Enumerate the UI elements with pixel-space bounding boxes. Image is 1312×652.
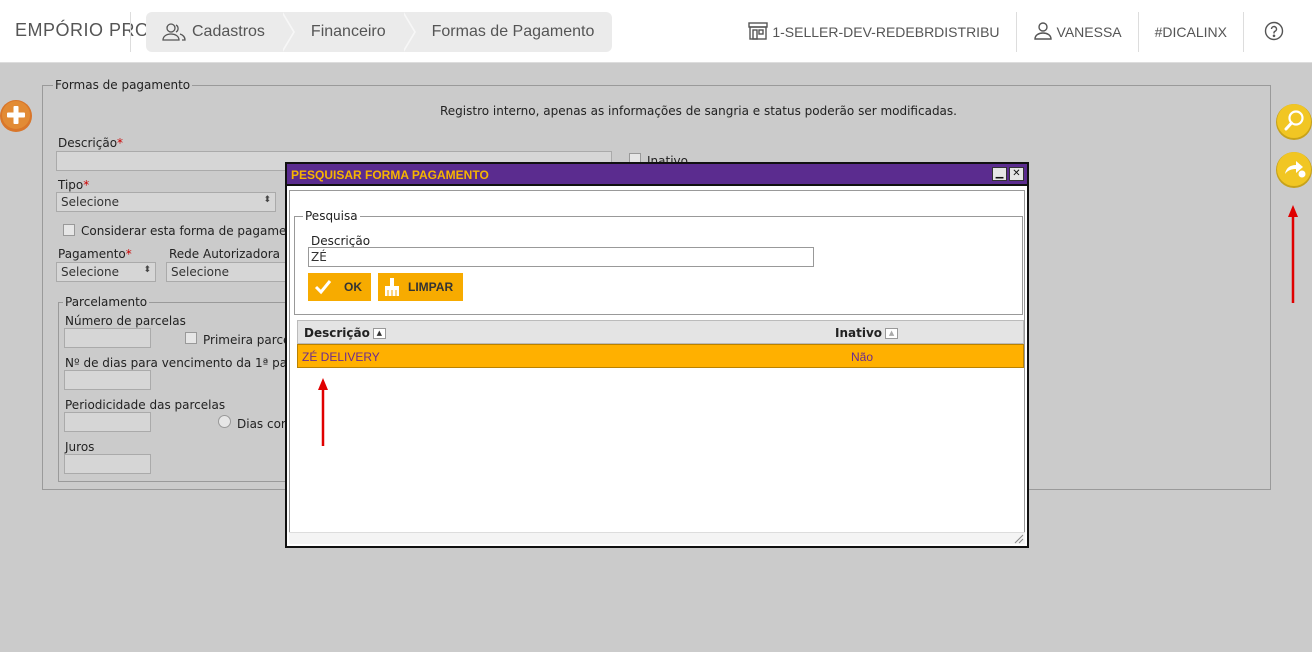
add-button[interactable] [0, 99, 36, 135]
ok-button[interactable]: OK [308, 273, 371, 301]
breadcrumb-label: Formas de Pagamento [431, 23, 595, 40]
numero-parcelas-label: Número de parcelas [65, 314, 186, 328]
results-grid: Descrição ▲ Inativo ▲ ZÉ DELIVERY Não [297, 320, 1024, 368]
user-icon [1033, 21, 1057, 43]
fieldset-legend: Formas de pagamento [53, 78, 193, 92]
required-mark: * [83, 178, 90, 192]
modal-body: Pesquisa Descrição ZÉ OK LIMPAR Descriçã… [289, 190, 1025, 534]
help-icon [1264, 21, 1288, 44]
breadcrumb-label: Cadastros [192, 23, 265, 40]
col-descricao[interactable]: Descrição ▲ [304, 326, 386, 340]
broom-icon [382, 277, 402, 297]
rede-select-value: Selecione [171, 265, 229, 279]
table-row[interactable]: ZÉ DELIVERY Não [297, 344, 1024, 368]
juros-input[interactable] [64, 454, 151, 474]
col-inativo[interactable]: Inativo ▲ [835, 326, 899, 340]
form-notice: Registro interno, apenas as informações … [440, 104, 957, 118]
row-descricao: ZÉ DELIVERY [302, 350, 380, 364]
store-selector[interactable]: 1-SELLER-DEV-REDEBRDISTRIBU [732, 12, 1017, 52]
descricao-label-text: Descrição [58, 136, 118, 150]
help-button[interactable] [1244, 12, 1312, 52]
modal-descricao-label: Descrição [311, 234, 371, 248]
juros-label: Juros [65, 440, 95, 454]
sort-icon[interactable]: ▲ [885, 327, 899, 339]
required-mark: * [117, 136, 124, 150]
check-icon [314, 279, 332, 295]
logo-divider [130, 12, 131, 52]
select-arrows-icon: ⬍ [143, 265, 151, 275]
tipo-select[interactable]: Selecione ⬍ [56, 192, 276, 212]
tipo-label-text: Tipo [58, 178, 84, 192]
store-name: 1-SELLER-DEV-REDEBRDISTRIBU [772, 24, 1000, 40]
search-fab[interactable] [1275, 102, 1312, 140]
tipo-select-value: Selecione [61, 195, 119, 209]
considerar-checkbox[interactable] [63, 224, 75, 236]
minimize-icon: ▁ [995, 168, 1004, 179]
dias-vencimento-label: Nº de dias para vencimento da 1ª parcela [65, 356, 317, 370]
select-arrows-icon: ⬍ [263, 195, 271, 205]
breadcrumb-formas-de-pagamento[interactable]: Formas de Pagamento [404, 12, 613, 52]
modal-title-bar[interactable]: PESQUISAR FORMA PAGAMENTO ▁ ✕ [287, 164, 1027, 186]
pagamento-label-text: Pagamento [58, 247, 126, 261]
periodicidade-input[interactable] [64, 412, 151, 432]
store-icon [748, 21, 772, 43]
user-name: VANESSA [1056, 24, 1122, 40]
col-descricao-label: Descrição [304, 326, 370, 340]
users-icon [162, 22, 186, 42]
dias-vencimento-input[interactable] [64, 370, 151, 390]
col-inativo-label: Inativo [835, 326, 883, 340]
rede-label: Rede Autorizadora [169, 247, 281, 261]
tipo-label: Tipo* [58, 178, 89, 192]
dicalinx-link[interactable]: #DICALINX [1139, 12, 1244, 52]
grid-header: Descrição ▲ Inativo ▲ [297, 320, 1024, 344]
rede-select[interactable]: Selecione [166, 262, 286, 282]
header-right: 1-SELLER-DEV-REDEBRDISTRIBU VANESSA #DIC… [732, 12, 1312, 52]
numero-parcelas-input[interactable] [64, 328, 151, 348]
periodicidade-label: Periodicidade das parcelas [65, 398, 226, 412]
breadcrumb: Cadastros Financeiro Formas de Pagamento [146, 12, 613, 52]
limpar-label: LIMPAR [408, 280, 454, 294]
dias-corridos-radio[interactable] [218, 415, 231, 428]
annotation-arrow-up-icon [1288, 205, 1298, 303]
breadcrumb-financeiro[interactable]: Financeiro [283, 12, 416, 52]
parcelamento-legend: Parcelamento [63, 295, 150, 309]
dicalinx-label: #DICALINX [1154, 24, 1227, 40]
minimize-button[interactable]: ▁ [992, 167, 1007, 181]
limpar-button[interactable]: LIMPAR [378, 273, 463, 301]
user-menu[interactable]: VANESSA [1017, 12, 1139, 52]
resize-grip-icon[interactable] [1013, 533, 1024, 544]
breadcrumb-cadastros[interactable]: Cadastros [146, 12, 295, 52]
modal-status-bar [289, 532, 1025, 544]
close-icon: ✕ [1012, 168, 1021, 179]
sort-asc-icon[interactable]: ▲ [372, 327, 386, 339]
breadcrumb-label: Financeiro [310, 23, 386, 40]
export-fab[interactable] [1275, 150, 1312, 188]
pagamento-label: Pagamento* [58, 247, 132, 261]
modal-descricao-input[interactable]: ZÉ [308, 247, 814, 267]
search-payment-modal: PESQUISAR FORMA PAGAMENTO ▁ ✕ Pesquisa D… [285, 162, 1029, 548]
descricao-label: Descrição* [58, 136, 123, 150]
annotation-arrow-up-icon [318, 378, 328, 446]
row-inativo: Não [851, 350, 874, 364]
pesquisa-legend: Pesquisa [303, 209, 360, 223]
required-mark: * [125, 247, 132, 261]
pagamento-select[interactable]: Selecione ⬍ [56, 262, 156, 282]
ok-label: OK [344, 280, 362, 294]
primeira-parcela-checkbox[interactable] [185, 332, 197, 344]
modal-title: PESQUISAR FORMA PAGAMENTO [291, 168, 489, 182]
pagamento-select-value: Selecione [61, 265, 119, 279]
close-button[interactable]: ✕ [1009, 167, 1024, 181]
top-bar: EMPÓRIO PRO Cadastros Financeiro Formas … [0, 0, 1312, 63]
